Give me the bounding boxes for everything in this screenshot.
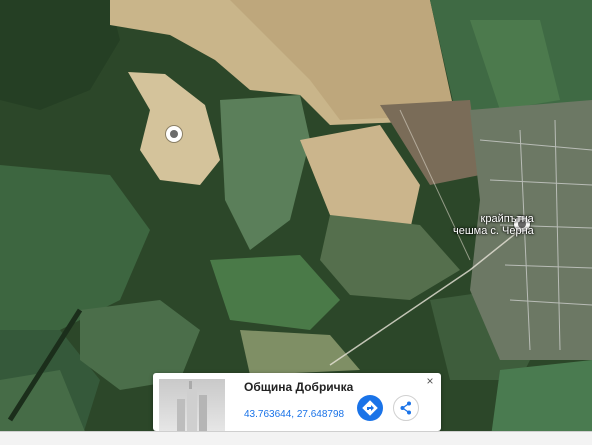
- place-label[interactable]: крайпътна чешма с. Черна: [453, 213, 534, 237]
- place-label-line2: чешма с. Черна: [453, 225, 534, 237]
- directions-icon: [362, 400, 378, 416]
- place-info-card[interactable]: Община Добричка 43.763644, 27.648798 ×: [153, 373, 441, 431]
- bottom-bar: [0, 431, 592, 445]
- map-pin-marker[interactable]: [166, 126, 182, 142]
- place-thumbnail[interactable]: [159, 379, 225, 431]
- place-coordinates[interactable]: 43.763644, 27.648798: [244, 409, 344, 420]
- share-icon: [400, 401, 411, 415]
- close-icon[interactable]: ×: [423, 374, 437, 388]
- directions-button[interactable]: [357, 395, 383, 421]
- building-icon: [177, 381, 207, 431]
- place-label-line1: крайпътна: [480, 213, 534, 225]
- share-button[interactable]: [393, 395, 419, 421]
- place-title: Община Добричка: [244, 380, 354, 394]
